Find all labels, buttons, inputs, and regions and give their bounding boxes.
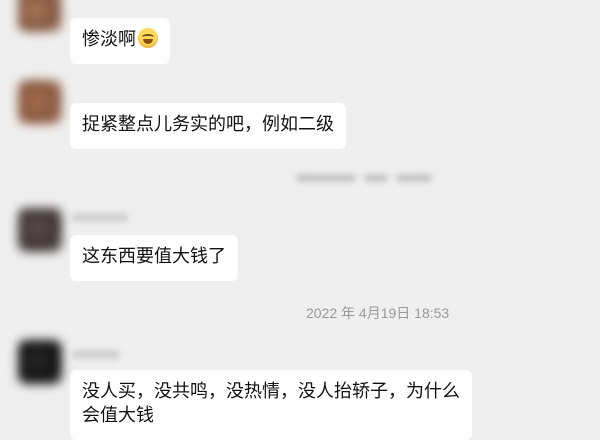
timestamp: 2022 年 4月19日 18:53	[306, 305, 450, 321]
message-text: 惨淡啊	[82, 29, 136, 50]
sender-name	[72, 350, 120, 359]
message-text: 这东西要值大钱了	[82, 246, 226, 267]
message-text: 没人买，没共鸣，没热情，没人抬轿子，为什么	[82, 381, 460, 402]
avatar[interactable]	[18, 0, 62, 32]
avatar[interactable]	[18, 80, 62, 124]
message-bubble[interactable]: 惨淡啊	[70, 18, 170, 64]
blurred-timestamp	[292, 170, 470, 184]
avatar[interactable]	[18, 340, 62, 384]
message-bubble[interactable]: 捉紧整点儿务实的吧，例如二级	[70, 103, 346, 149]
message-bubble[interactable]: 没人买，没共鸣，没热情，没人抬轿子，为什么 会值大钱	[70, 370, 472, 440]
sender-name	[72, 213, 128, 222]
message-text: 会值大钱	[82, 405, 154, 426]
grimace-emoji-icon	[138, 28, 158, 48]
message-bubble[interactable]: 这东西要值大钱了	[70, 235, 238, 281]
avatar[interactable]	[18, 208, 62, 252]
message-text: 捉紧整点儿务实的吧，例如二级	[82, 114, 334, 135]
